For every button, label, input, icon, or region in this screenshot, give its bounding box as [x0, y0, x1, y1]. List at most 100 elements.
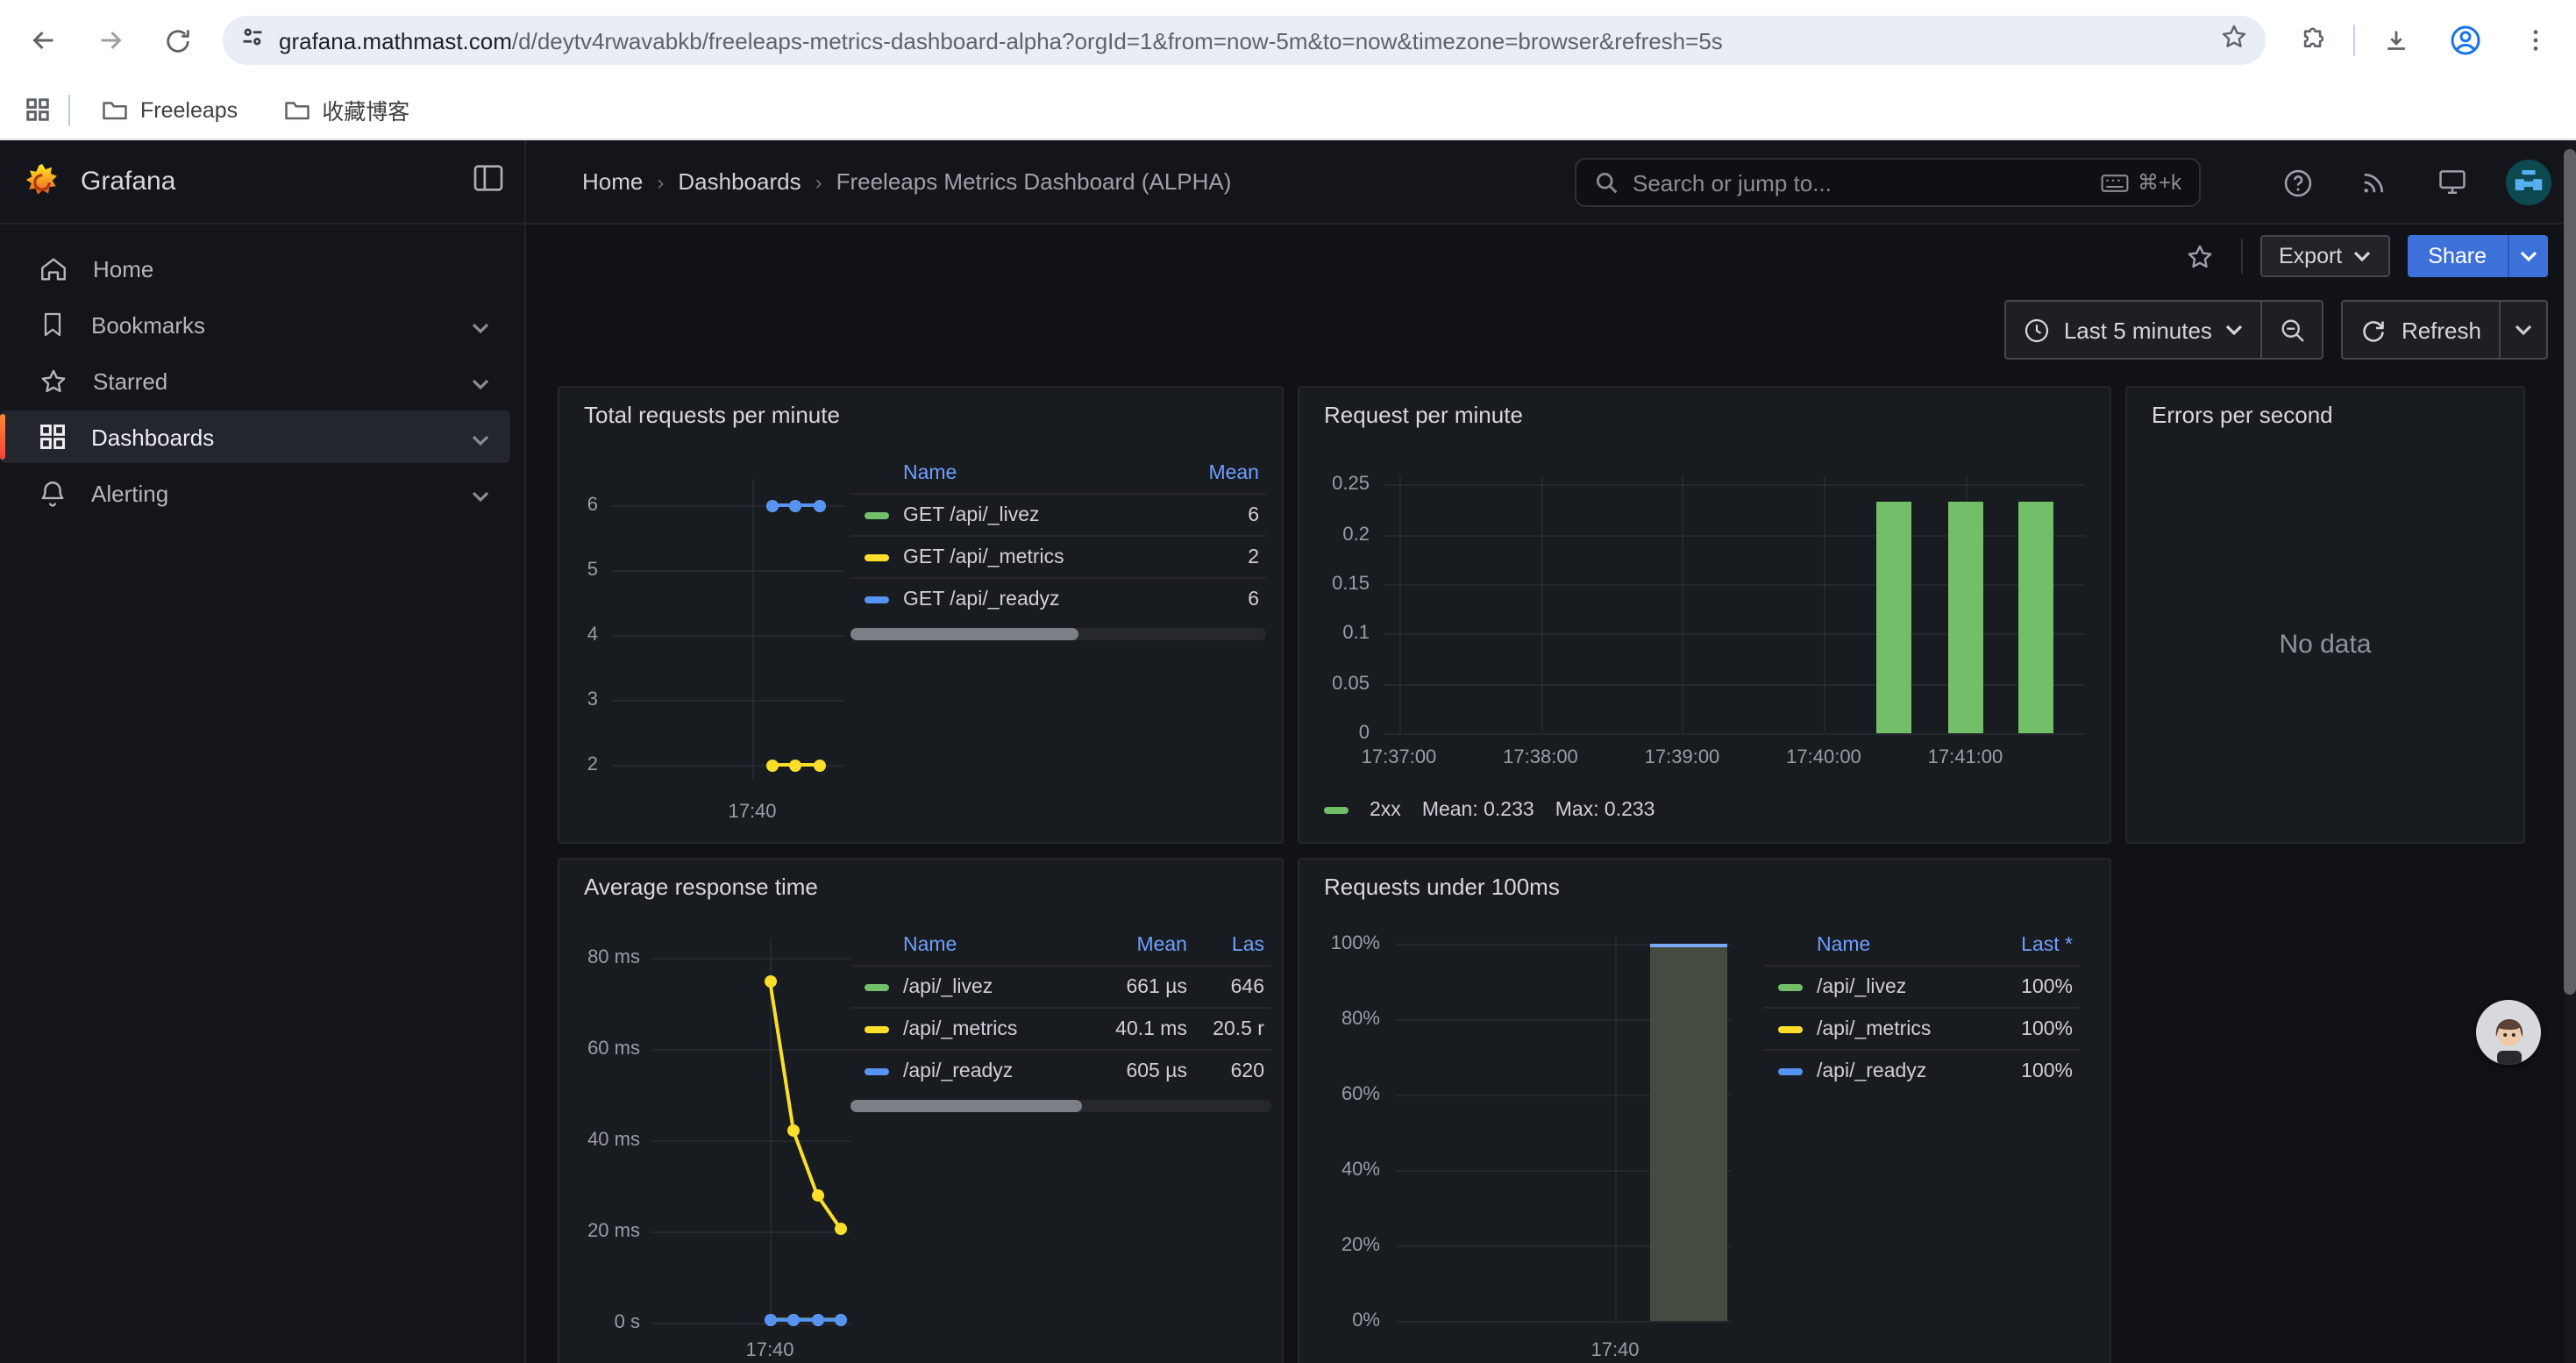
- legend-row[interactable]: /api/_livez661 µs646: [850, 965, 1271, 1007]
- sidebar-item-dashboards[interactable]: Dashboards: [0, 410, 510, 463]
- panel-title[interactable]: Requests under 100ms: [1324, 874, 1560, 900]
- page-scrollbar[interactable]: [2564, 140, 2576, 1363]
- downloads-icon[interactable]: [2366, 11, 2425, 70]
- reload-icon[interactable]: [147, 11, 207, 70]
- bookmark-folder-freeleaps[interactable]: Freeleaps: [88, 92, 252, 127]
- bell-icon: [39, 478, 67, 508]
- share-menu-button[interactable]: [2508, 235, 2548, 277]
- series-swatch: [1324, 807, 1348, 814]
- refresh-interval-button[interactable]: [2499, 302, 2546, 358]
- data-point: [766, 499, 779, 511]
- share-button[interactable]: Share: [2407, 235, 2508, 277]
- browser-toolbar: grafana.mathmast.com/d/deytv4rwavabkb/fr…: [0, 0, 2576, 81]
- sidebar-item-home[interactable]: Home: [0, 242, 510, 295]
- legend-row[interactable]: /api/_metrics40.1 ms20.5 r: [850, 1007, 1271, 1049]
- sidebar-item-label: Home: [93, 255, 153, 282]
- legend-row[interactable]: GET /api/_livez6: [850, 493, 1266, 535]
- back-icon[interactable]: [14, 11, 74, 70]
- chevron-down-icon[interactable]: [472, 311, 489, 338]
- site-info-icon[interactable]: [240, 24, 265, 57]
- sidebar-item-label: Bookmarks: [91, 311, 205, 338]
- scrollbar-thumb[interactable]: [2564, 149, 2576, 995]
- dashboard-actions: Export Share: [2177, 233, 2548, 279]
- bookmark-folder-blogs[interactable]: 收藏博客: [269, 88, 423, 132]
- legend-row[interactable]: /api/_readyz100%: [1764, 1049, 2080, 1091]
- toolbar-divider: [2353, 25, 2355, 56]
- legend-row[interactable]: /api/_readyz605 µs620: [850, 1049, 1271, 1091]
- kiosk-monitor-icon[interactable]: [2429, 160, 2474, 205]
- series-value: 661 µs: [1085, 976, 1187, 997]
- panel-title[interactable]: Average response time: [584, 874, 818, 900]
- legend-row[interactable]: GET /api/_metrics2: [850, 535, 1266, 577]
- grafana-brand: Grafana: [81, 167, 175, 196]
- assistant-avatar-widget[interactable]: [2476, 1000, 2541, 1065]
- x-axis-tick: 17:38:00: [1488, 747, 1593, 768]
- user-avatar[interactable]: [2506, 160, 2551, 205]
- search-input[interactable]: Search or jump to... ⌘+k: [1575, 158, 2201, 207]
- forward-icon[interactable]: [81, 11, 140, 70]
- apps-grid-icon[interactable]: [25, 96, 51, 123]
- series-swatch: [865, 983, 889, 990]
- legend-header-row[interactable]: NameMeanLas: [850, 926, 1271, 965]
- chevron-down-icon: [2226, 325, 2244, 335]
- folder-icon: [283, 98, 310, 121]
- export-button[interactable]: Export: [2259, 235, 2389, 277]
- col-header: Las: [1187, 935, 1264, 956]
- series-swatch: [1778, 1025, 1803, 1032]
- breadcrumb-home[interactable]: Home: [582, 168, 643, 195]
- browser-menu-icon[interactable]: [2506, 11, 2565, 70]
- panel-title[interactable]: Total requests per minute: [584, 402, 840, 428]
- y-axis-tick: 0.25: [1299, 475, 1370, 496]
- panel-title[interactable]: Errors per second: [2152, 402, 2333, 428]
- x-axis-tick: 17:39:00: [1630, 747, 1735, 768]
- series-value: 2: [1161, 546, 1259, 567]
- legend-row[interactable]: /api/_livez100%: [1764, 965, 2080, 1007]
- breadcrumb-dashboards[interactable]: Dashboards: [678, 168, 801, 195]
- bar: [1877, 502, 1912, 733]
- col-header: Mean: [1161, 463, 1259, 484]
- legend-header-row[interactable]: NameLast *: [1764, 926, 2080, 965]
- url-bar[interactable]: grafana.mathmast.com/d/deytv4rwavabkb/fr…: [223, 16, 2266, 65]
- chevron-down-icon[interactable]: [472, 480, 489, 506]
- bookmark-star-icon[interactable]: [2220, 22, 2248, 59]
- series-value: 40.1 ms: [1085, 1018, 1187, 1039]
- y-axis-tick: 0.1: [1299, 624, 1370, 645]
- y-axis-tick: 100%: [1299, 933, 1380, 954]
- help-icon[interactable]: [2274, 160, 2320, 205]
- legend[interactable]: 2xx Mean: 0.233 Max: 0.233: [1324, 800, 1655, 821]
- profile-icon[interactable]: [2436, 11, 2495, 70]
- refresh-button[interactable]: Refresh: [2344, 302, 2499, 358]
- sidebar-item-label: Dashboards: [91, 424, 214, 450]
- sidebar-item-label: Starred: [93, 368, 167, 394]
- url-text: grafana.mathmast.com/d/deytv4rwavabkb/fr…: [279, 27, 2220, 54]
- series-value: 100%: [1985, 976, 2073, 997]
- y-axis-tick: 0.05: [1299, 673, 1370, 694]
- legend-header-row[interactable]: NameMean: [850, 454, 1266, 493]
- series-swatch: [1778, 1067, 1803, 1074]
- time-range-picker[interactable]: Last 5 minutes: [2006, 302, 2261, 358]
- legend-scrollbar[interactable]: [850, 628, 1266, 640]
- series-value: 646: [1187, 976, 1264, 997]
- sidebar-item-alerting[interactable]: Alerting: [0, 467, 510, 519]
- legend-row[interactable]: /api/_metrics100%: [1764, 1007, 2080, 1049]
- keyboard-icon: [2101, 173, 2129, 192]
- col-header-name: Name: [903, 935, 1085, 956]
- extensions-icon[interactable]: [2283, 11, 2343, 70]
- grafana-logo[interactable]: [21, 161, 63, 203]
- panel-title[interactable]: Request per minute: [1324, 402, 1523, 428]
- sidebar-item-starred[interactable]: Starred: [0, 354, 510, 407]
- chevron-down-icon: [2515, 325, 2532, 335]
- y-axis-tick: 40%: [1299, 1160, 1380, 1181]
- chevron-down-icon[interactable]: [472, 368, 489, 394]
- news-rss-icon[interactable]: [2352, 160, 2397, 205]
- legend-scrollbar[interactable]: [850, 1100, 1271, 1112]
- favorite-star-icon[interactable]: [2177, 233, 2223, 279]
- series-name: /api/_readyz: [903, 1060, 1085, 1081]
- chevron-down-icon[interactable]: [472, 424, 489, 450]
- zoom-out-button[interactable]: [2261, 302, 2323, 358]
- clock-icon: [2024, 317, 2050, 343]
- y-axis-tick: 0%: [1299, 1310, 1380, 1331]
- sidebar-item-bookmarks[interactable]: Bookmarks: [0, 298, 510, 351]
- legend-row[interactable]: GET /api/_readyz6: [850, 577, 1266, 619]
- sidebar-toggle-icon[interactable]: [473, 164, 503, 199]
